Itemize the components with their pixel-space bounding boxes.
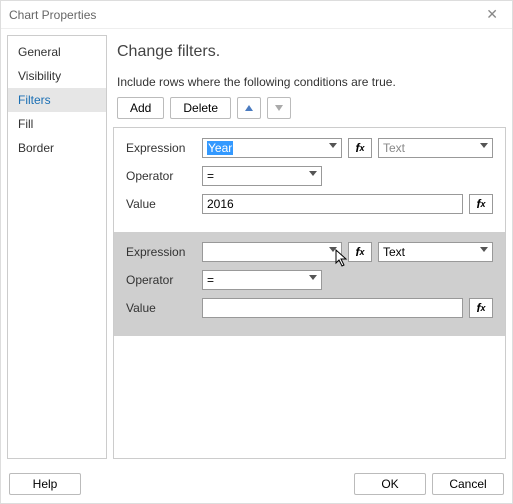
value-text: 2016 <box>207 197 234 211</box>
expression-label: Expression <box>126 245 196 259</box>
operator-label: Operator <box>126 273 196 287</box>
expression-value: Year <box>207 141 233 155</box>
sidebar-item-fill[interactable]: Fill <box>8 112 106 136</box>
filter-row[interactable]: Expression Year fx Text Operator <box>114 128 505 232</box>
type-combo[interactable]: Text <box>378 138 493 158</box>
value-input[interactable] <box>202 298 463 318</box>
expression-combo[interactable]: Year <box>202 138 342 158</box>
cancel-button[interactable]: Cancel <box>432 473 504 495</box>
delete-button[interactable]: Delete <box>170 97 231 119</box>
sidebar: General Visibility Filters Fill Border <box>7 35 107 459</box>
help-button[interactable]: Help <box>9 473 81 495</box>
sidebar-item-visibility[interactable]: Visibility <box>8 64 106 88</box>
page-subtitle: Include rows where the following conditi… <box>117 75 502 89</box>
type-combo[interactable]: Text <box>378 242 493 262</box>
value-label: Value <box>126 197 196 211</box>
filters-empty-area <box>114 336 505 458</box>
ok-button[interactable]: OK <box>354 473 426 495</box>
arrow-down-icon <box>275 105 283 111</box>
filters-list: Expression Year fx Text Operator <box>113 127 506 459</box>
chart-properties-dialog: Chart Properties ✕ General Visibility Fi… <box>0 0 513 504</box>
operator-combo[interactable]: = <box>202 270 322 290</box>
operator-value: = <box>207 169 214 183</box>
chevron-down-icon <box>309 171 317 176</box>
fx-button[interactable]: fx <box>469 298 493 318</box>
move-up-button[interactable] <box>237 97 261 119</box>
main-panel: Change filters. Include rows where the f… <box>113 35 506 459</box>
filter-row[interactable]: Expression fx Text <box>114 232 505 336</box>
chevron-down-icon <box>329 143 337 148</box>
arrow-up-icon <box>245 105 253 111</box>
sidebar-item-general[interactable]: General <box>8 40 106 64</box>
titlebar: Chart Properties ✕ <box>1 1 512 29</box>
chevron-down-icon <box>480 143 488 148</box>
type-value: Text <box>383 141 405 155</box>
sidebar-item-border[interactable]: Border <box>8 136 106 160</box>
fx-button[interactable]: fx <box>348 138 372 158</box>
close-icon[interactable]: ✕ <box>480 4 504 25</box>
fx-button[interactable]: fx <box>469 194 493 214</box>
fx-button[interactable]: fx <box>348 242 372 262</box>
chevron-down-icon <box>480 247 488 252</box>
operator-combo[interactable]: = <box>202 166 322 186</box>
expression-combo[interactable] <box>202 242 342 262</box>
operator-label: Operator <box>126 169 196 183</box>
value-label: Value <box>126 301 196 315</box>
operator-value: = <box>207 273 214 287</box>
chevron-down-icon <box>329 247 337 252</box>
page-title: Change filters. <box>117 43 502 61</box>
type-value: Text <box>383 245 405 259</box>
chevron-down-icon <box>309 275 317 280</box>
add-button[interactable]: Add <box>117 97 164 119</box>
filter-toolbar: Add Delete <box>117 97 502 119</box>
value-input[interactable]: 2016 <box>202 194 463 214</box>
dialog-footer: Help OK Cancel <box>1 465 512 503</box>
sidebar-item-filters[interactable]: Filters <box>8 88 106 112</box>
expression-label: Expression <box>126 141 196 155</box>
move-down-button[interactable] <box>267 97 291 119</box>
window-title: Chart Properties <box>9 8 96 22</box>
